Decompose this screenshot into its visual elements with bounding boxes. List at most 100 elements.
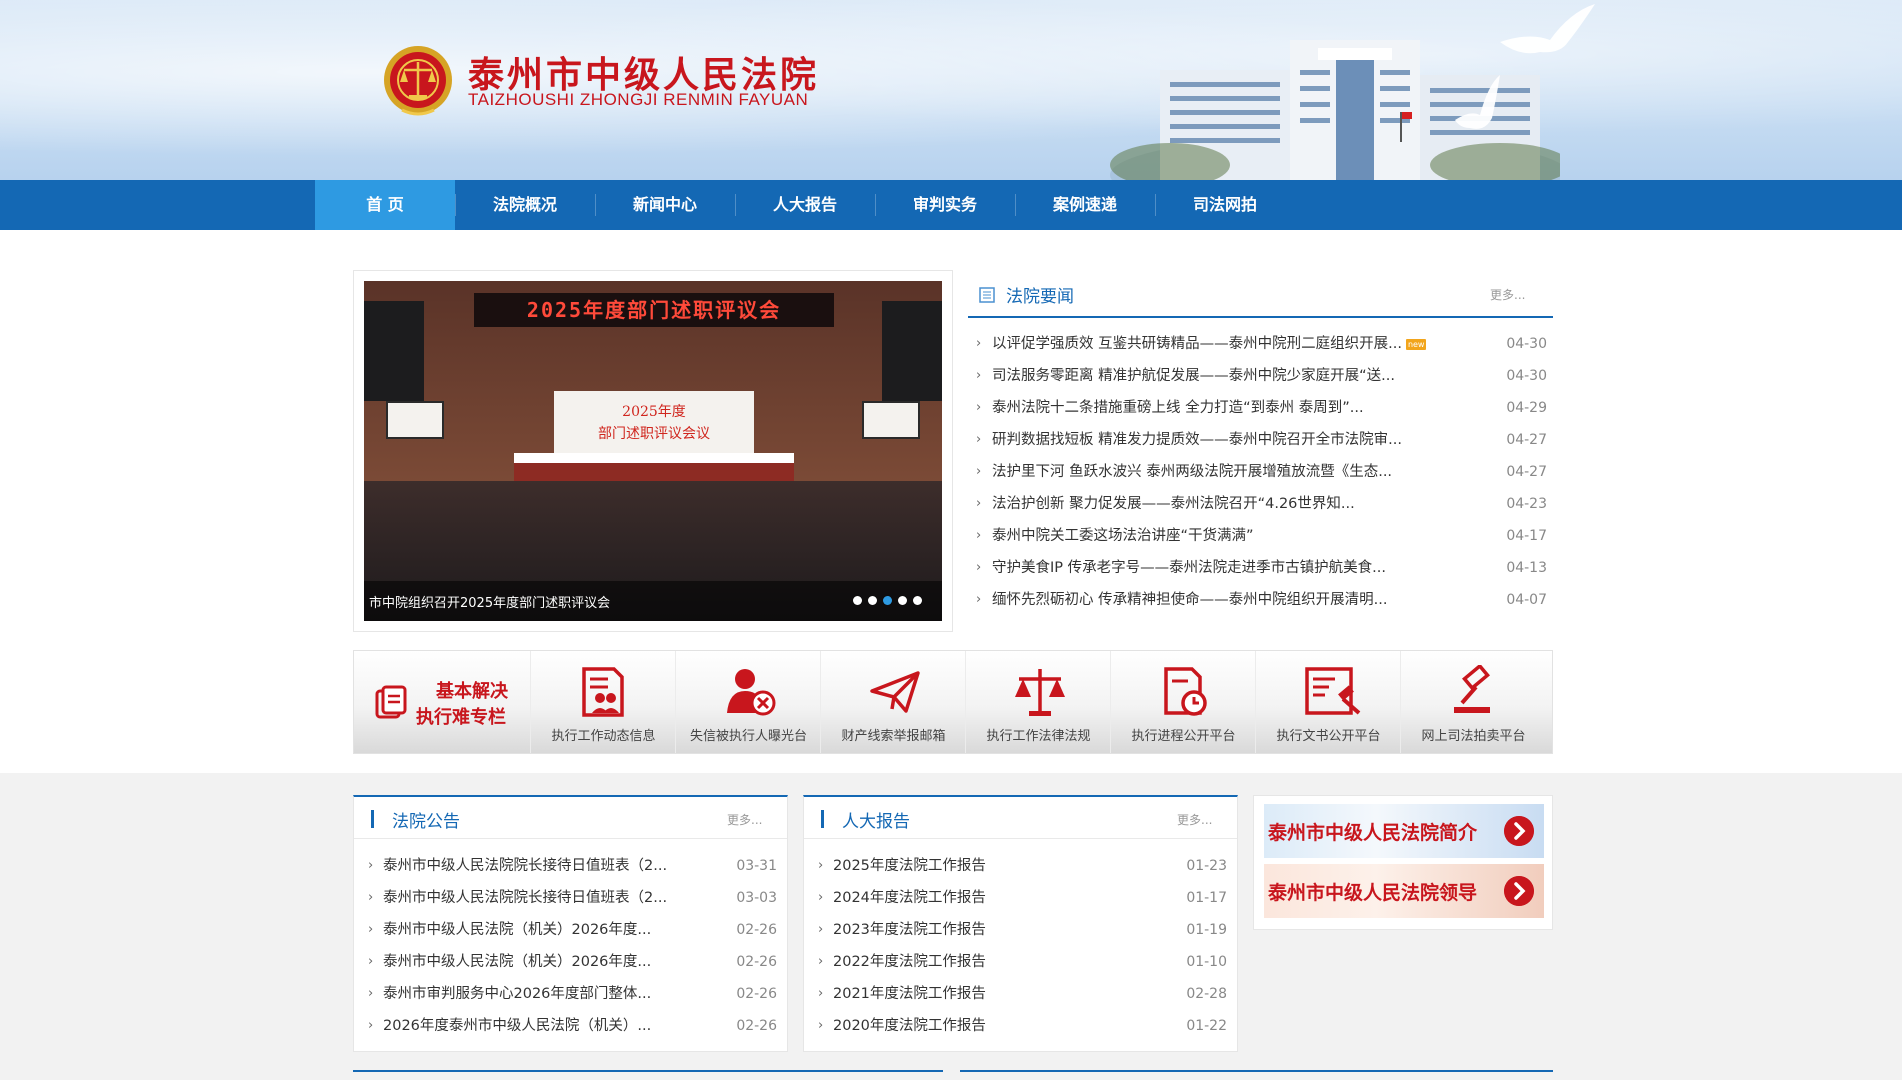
news-item-text[interactable]: 缅怀先烈砺初心 传承精神担使命——泰州中院组织开展清明...	[992, 584, 1387, 616]
exec-item-dynamic-info[interactable]: 执行工作动态信息	[530, 651, 675, 753]
chevron-right-icon: ›	[976, 560, 982, 575]
slide-dot[interactable]	[913, 596, 922, 605]
chevron-right-icon: ›	[818, 922, 824, 937]
court-name-pinyin: TAIZHOUSHI ZHONGJI RENMIN FAYUAN	[468, 90, 809, 109]
list-item[interactable]: › 2024年度法院工作报告 01-17	[804, 882, 1237, 914]
news-list: › 以评促学强质效 互鉴共研铸精品——泰州中院刑二庭组织开展... new 04-30…	[968, 328, 1553, 616]
chevron-right-icon: ›	[976, 528, 982, 543]
list-item-text[interactable]: 2022年度法院工作报告	[833, 946, 986, 978]
nav-item-court-overview[interactable]: 法院概况	[455, 180, 595, 230]
npc-reports-header: 人大报告 更多...	[804, 797, 1237, 839]
news-item-date: 04-27	[1506, 464, 1547, 480]
exec-item-dishonest-exposure[interactable]: 失信被执行人曝光台	[675, 651, 820, 753]
new-badge: new	[1405, 338, 1427, 350]
news-item-text[interactable]: 法护里下河 鱼跃水波兴 泰州两级法院开展增殖放流暨《生态...	[992, 456, 1392, 488]
slide-dot-active[interactable]	[883, 596, 892, 605]
board-line-2: 部门述职评议会议	[598, 426, 710, 442]
court-intro-button[interactable]: 泰州市中级人民法院简介	[1264, 804, 1544, 858]
list-item-date: 01-19	[1186, 922, 1227, 938]
document-clock-icon	[1164, 667, 1207, 716]
chevron-right-icon: ›	[368, 858, 374, 873]
document-icon	[375, 685, 407, 719]
list-item[interactable]: › 2022年度法院工作报告 01-10	[804, 946, 1237, 978]
chevron-right-icon: ›	[976, 496, 982, 511]
exec-item-laws-regulations[interactable]: 执行工作法律法规	[965, 651, 1110, 753]
news-item-text[interactable]: 以评促学强质效 互鉴共研铸精品——泰州中院刑二庭组织开展...	[992, 336, 1402, 352]
list-item-text[interactable]: 2021年度法院工作报告	[833, 978, 986, 1010]
list-item-text[interactable]: 2024年度法院工作报告	[833, 882, 986, 914]
list-item-text[interactable]: 2025年度法院工作报告	[833, 850, 986, 882]
list-item-date: 03-03	[736, 890, 777, 906]
news-item-text[interactable]: 司法服务零距离 精准护航促发展——泰州中院少家庭开展“送...	[992, 360, 1395, 392]
nav-item-trial-practice[interactable]: 审判实务	[875, 180, 1015, 230]
gavel-icon	[1454, 665, 1490, 713]
slide-dot[interactable]	[868, 596, 877, 605]
chevron-right-icon: ›	[976, 432, 982, 447]
list-item[interactable]: › 2020年度法院工作报告 01-22	[804, 1010, 1237, 1042]
news-item[interactable]: › 守护美食IP 传承老字号——泰州法院走进季市古镇护航美食... 04-13	[968, 552, 1553, 584]
list-item-text[interactable]: 泰州市审判服务中心2026年度部门整体...	[383, 978, 651, 1010]
list-item-text[interactable]: 泰州市中级人民法院院长接待日值班表（2...	[383, 850, 667, 882]
nav-item-home[interactable]: 首 页	[315, 180, 455, 230]
list-item[interactable]: › 2025年度法院工作报告 01-23	[804, 850, 1237, 882]
execution-column-title[interactable]: 基本解决 执行难专栏	[354, 651, 530, 753]
nav-item-case-express[interactable]: 案例速递	[1015, 180, 1155, 230]
list-item-text[interactable]: 2026年度泰州市中级人民法院（机关）...	[383, 1010, 651, 1042]
slide-dot[interactable]	[898, 596, 907, 605]
court-intro-label: 泰州市中级人民法院简介	[1268, 822, 1478, 844]
news-item-text[interactable]: 泰州法院十二条措施重磅上线 全力打造“到泰州 泰周到”...	[992, 392, 1364, 424]
slide-dot[interactable]	[853, 596, 862, 605]
exec-item-property-clue-mailbox[interactable]: 财产线索举报邮箱	[820, 651, 965, 753]
news-item[interactable]: › 司法服务零距离 精准护航促发展——泰州中院少家庭开展“送... 04-30	[968, 360, 1553, 392]
exec-item-label: 执行文书公开平台	[1276, 729, 1381, 744]
nav-item-npc-report[interactable]: 人大报告	[735, 180, 875, 230]
news-item-text[interactable]: 研判数据找短板 精准发力提质效——泰州中院召开全市法院审...	[992, 424, 1402, 456]
list-item[interactable]: › 2026年度泰州市中级人民法院（机关）... 02-26	[354, 1010, 787, 1042]
news-item[interactable]: › 法护里下河 鱼跃水波兴 泰州两级法院开展增殖放流暨《生态... 04-27	[968, 456, 1553, 488]
news-item[interactable]: › 法治护创新 聚力促发展——泰州法院召开“4.26世界知... 04-23	[968, 488, 1553, 520]
paper-plane-icon	[870, 671, 920, 713]
list-item[interactable]: › 泰州市中级人民法院（机关）2026年度... 02-26	[354, 914, 787, 946]
news-item-text[interactable]: 守护美食IP 传承老字号——泰州法院走进季市古镇护航美食...	[992, 552, 1386, 584]
nav-item-news-center[interactable]: 新闻中心	[595, 180, 735, 230]
list-item-text[interactable]: 2020年度法院工作报告	[833, 1010, 986, 1042]
speaker-right	[882, 301, 942, 401]
court-news-panel: 法院要闻 更多... › 以评促学强质效 互鉴共研铸精品——泰州中院刑二庭组织开展…	[968, 270, 1553, 632]
news-item-date: 04-29	[1506, 400, 1547, 416]
chevron-right-icon: ›	[976, 400, 982, 415]
news-item[interactable]: › 缅怀先烈砺初心 传承精神担使命——泰州中院组织开展清明... 04-07	[968, 584, 1553, 616]
nav-item-judicial-auction[interactable]: 司法网拍	[1155, 180, 1295, 230]
news-slider: 2025年度部门述职评议会 2025年度 部门述职评议会议 市中院组织召开202…	[353, 270, 953, 632]
news-item[interactable]: › 泰州中院关工委这场法治讲座“干货满满” 04-17	[968, 520, 1553, 552]
exec-item-judicial-auction[interactable]: 网上司法拍卖平台	[1400, 651, 1545, 753]
news-title: 法院要闻	[1006, 287, 1074, 307]
news-item[interactable]: › 泰州法院十二条措施重磅上线 全力打造“到泰州 泰周到”... 04-29	[968, 392, 1553, 424]
slide-caption-bar: 市中院组织召开2025年度部门述职评议会	[364, 581, 942, 621]
list-item[interactable]: › 泰州市中级人民法院（机关）2026年度... 02-26	[354, 946, 787, 978]
list-item[interactable]: › 2023年度法院工作报告 01-19	[804, 914, 1237, 946]
list-item[interactable]: › 泰州市中级人民法院院长接待日值班表（2... 03-03	[354, 882, 787, 914]
news-item[interactable]: › 以评促学强质效 互鉴共研铸精品——泰州中院刑二庭组织开展... new 04-30	[968, 328, 1553, 360]
news-more-link[interactable]: 更多...	[1490, 286, 1525, 303]
court-leaders-button[interactable]: 泰州市中级人民法院领导	[1264, 864, 1544, 918]
exec-item-documents-platform[interactable]: 执行文书公开平台	[1255, 651, 1400, 753]
announcements-more-link[interactable]: 更多...	[727, 811, 762, 828]
list-item-text[interactable]: 泰州市中级人民法院院长接待日值班表（2...	[383, 882, 667, 914]
list-item-text[interactable]: 泰州市中级人民法院（机关）2026年度...	[383, 946, 651, 978]
news-item-text[interactable]: 泰州中院关工委这场法治讲座“干货满满”	[992, 520, 1254, 552]
exec-item-label: 财产线索举报邮箱	[841, 729, 946, 744]
exec-item-process-platform[interactable]: 执行进程公开平台	[1110, 651, 1255, 753]
news-item[interactable]: › 研判数据找短板 精准发力提质效——泰州中院召开全市法院审... 04-27	[968, 424, 1553, 456]
list-item-date: 02-26	[736, 922, 777, 938]
slide-image[interactable]: 2025年度部门述职评议会 2025年度 部门述职评议会议 市中院组织召开202…	[364, 281, 942, 621]
list-item[interactable]: › 泰州市审判服务中心2026年度部门整体... 02-26	[354, 978, 787, 1010]
list-item[interactable]: › 泰州市中级人民法院院长接待日值班表（2... 03-31	[354, 850, 787, 882]
npc-reports-more-link[interactable]: 更多...	[1177, 811, 1212, 828]
list-item[interactable]: › 2021年度法院工作报告 02-28	[804, 978, 1237, 1010]
list-item-text[interactable]: 2023年度法院工作报告	[833, 914, 986, 946]
title-bar-accent	[371, 810, 374, 828]
list-item-text[interactable]: 泰州市中级人民法院（机关）2026年度...	[383, 914, 651, 946]
bottom-panel-divider	[960, 1070, 1553, 1072]
news-item-text[interactable]: 法治护创新 聚力促发展——泰州法院召开“4.26世界知...	[992, 488, 1355, 520]
chevron-right-icon: ›	[368, 890, 374, 905]
